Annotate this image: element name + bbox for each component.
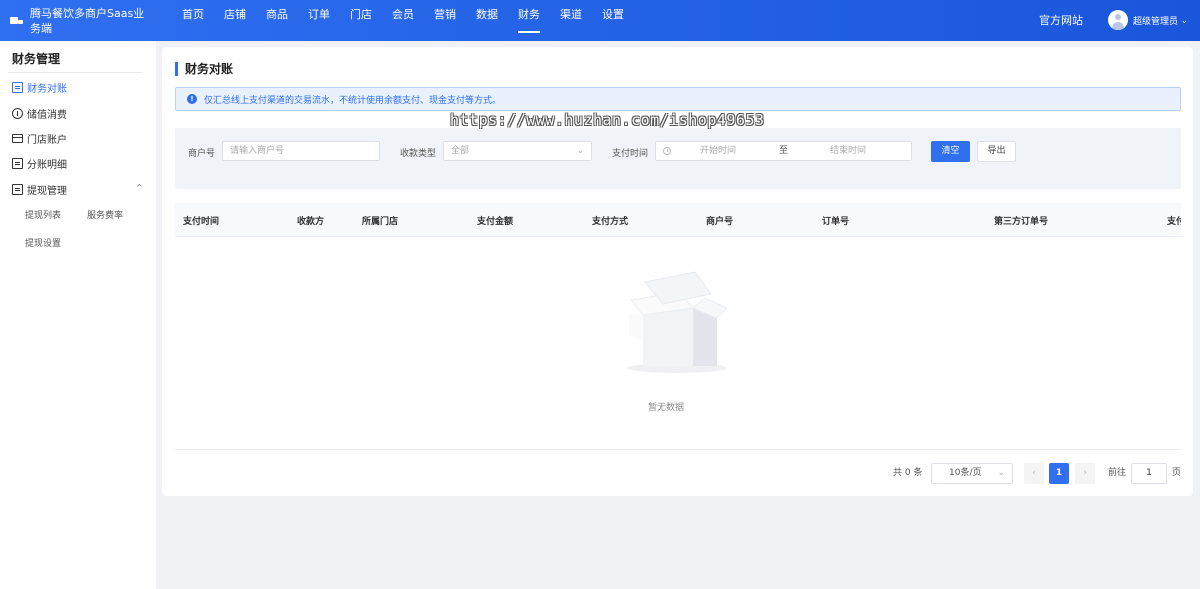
goto-page-input[interactable]: 1 bbox=[1131, 463, 1167, 484]
sidebar-item-split-details[interactable]: 分账明细 bbox=[12, 155, 67, 171]
info-alert: ! 仅汇总线上支付渠道的交易流水，不统计使用余额支付、现金支付等方式。 bbox=[175, 87, 1181, 111]
sidebar-item-store-account[interactable]: 门店账户 bbox=[12, 130, 67, 146]
sidebar-item-withdrawal-management[interactable]: 提现管理 bbox=[12, 181, 67, 197]
nav-channels[interactable]: 渠道 bbox=[550, 0, 592, 41]
date-separator: 至 bbox=[779, 146, 789, 156]
merchant-input[interactable]: 请输入商户号 bbox=[222, 141, 380, 161]
column-header: 商户号 bbox=[706, 217, 734, 227]
chevron-up-icon[interactable]: ^ bbox=[136, 183, 143, 192]
nav-settings[interactable]: 设置 bbox=[592, 0, 634, 41]
page-suffix-label: 页 bbox=[1172, 468, 1182, 478]
nav-finance[interactable]: 财务 bbox=[508, 0, 550, 41]
logo-text: 腾马餐饮多商户Saas业务端 bbox=[30, 7, 145, 35]
receipt-icon bbox=[12, 157, 23, 169]
page-size-value: 10条/页 bbox=[949, 468, 982, 478]
export-button[interactable]: 导出 bbox=[977, 141, 1016, 162]
next-page-button[interactable]: › bbox=[1075, 463, 1095, 484]
payment-type-select[interactable]: 全部 ⌄ bbox=[443, 141, 592, 161]
start-date-placeholder: 开始时间 bbox=[700, 146, 737, 156]
sidebar-subitem-withdrawal-list[interactable]: 提现列表 bbox=[25, 208, 61, 221]
page-number-current[interactable]: 1 bbox=[1049, 463, 1069, 484]
sidebar-item-label: 财务对账 bbox=[27, 83, 67, 95]
end-date-placeholder: 结束时间 bbox=[830, 146, 867, 156]
nav-orders[interactable]: 订单 bbox=[298, 0, 340, 41]
merchant-placeholder: 请输入商户号 bbox=[230, 146, 285, 156]
payment-time-label: 支付时间 bbox=[612, 149, 649, 159]
alert-text: 仅汇总线上支付渠道的交易流水，不统计使用余额支付、现金支付等方式。 bbox=[204, 95, 502, 106]
table-bottom-border bbox=[175, 449, 1181, 450]
filter-panel: 商户号 请输入商户号 收款类型 全部 ⌄ 支付时间 开始时间 至 结束时间 清空… bbox=[175, 128, 1181, 189]
table-header: 支付时间 收款方 所属门店 支付金额 支付方式 商户号 订单号 第三方订单号 支… bbox=[175, 203, 1181, 237]
top-nav: 首页 店铺 商品 订单 门店 会员 营销 数据 财务 渠道 设置 bbox=[172, 0, 634, 41]
user-menu[interactable]: 超级管理员 ⌄ bbox=[1108, 10, 1188, 30]
sidebar-subitem-withdrawal-settings[interactable]: 提现设置 bbox=[25, 236, 61, 249]
sidebar-divider bbox=[8, 72, 143, 73]
empty-text: 暂无数据 bbox=[648, 403, 685, 413]
chevron-down-icon: ⌄ bbox=[997, 468, 1005, 478]
sidebar-item-reconciliation[interactable]: 财务对账 bbox=[12, 79, 67, 95]
column-header: 支付金额 bbox=[477, 217, 514, 227]
nav-members[interactable]: 会员 bbox=[382, 0, 424, 41]
sidebar-item-stored-value[interactable]: 储值消费 bbox=[12, 105, 67, 121]
card-icon bbox=[12, 133, 23, 143]
receipt-icon bbox=[12, 183, 23, 195]
column-header: 所属门店 bbox=[362, 217, 399, 227]
nav-shop[interactable]: 店铺 bbox=[214, 0, 256, 41]
goto-label: 前往 bbox=[1108, 468, 1127, 478]
column-header: 支付方式 bbox=[592, 217, 629, 227]
nav-data[interactable]: 数据 bbox=[466, 0, 508, 41]
sidebar-subitem-service-rate[interactable]: 服务费率 bbox=[87, 208, 123, 221]
column-header: 收款方 bbox=[297, 217, 325, 227]
nav-goods[interactable]: 商品 bbox=[256, 0, 298, 41]
clock-icon bbox=[663, 147, 671, 155]
payment-type-value: 全部 bbox=[451, 146, 470, 156]
clear-button[interactable]: 清空 bbox=[931, 141, 970, 162]
sidebar-item-label: 提现管理 bbox=[27, 185, 67, 197]
avatar bbox=[1108, 10, 1128, 30]
page-size-select[interactable]: 10条/页 ⌄ bbox=[931, 463, 1013, 484]
sidebar-item-label: 储值消费 bbox=[27, 109, 67, 121]
sidebar: 财务管理 财务对账 储值消费 门店账户 分账明细 提现管理 ^ 提现列表 服务费… bbox=[0, 41, 156, 589]
column-header: 第三方订单号 bbox=[994, 217, 1049, 227]
receipt-icon bbox=[12, 81, 23, 93]
logo-icon bbox=[10, 16, 24, 26]
date-range-picker[interactable]: 开始时间 至 结束时间 bbox=[655, 141, 912, 161]
nav-marketing[interactable]: 营销 bbox=[424, 0, 466, 41]
column-header: 支付时间 bbox=[183, 217, 220, 227]
chevron-down-icon: ⌄ bbox=[576, 146, 584, 156]
nav-stores[interactable]: 门店 bbox=[340, 0, 382, 41]
info-icon: ! bbox=[187, 94, 197, 104]
user-name: 超级管理员 bbox=[1133, 16, 1179, 27]
payment-type-label: 收款类型 bbox=[400, 149, 437, 159]
column-header: 订单号 bbox=[822, 217, 850, 227]
page-title: 财务对账 bbox=[175, 62, 233, 76]
sidebar-item-label: 分账明细 bbox=[27, 159, 67, 171]
official-site-link[interactable]: 官方网站 bbox=[1039, 12, 1083, 28]
merchant-label: 商户号 bbox=[188, 149, 216, 159]
nav-home[interactable]: 首页 bbox=[172, 0, 214, 41]
empty-box-icon bbox=[627, 271, 728, 373]
sidebar-title: 财务管理 bbox=[12, 52, 61, 66]
coin-icon bbox=[12, 107, 23, 119]
prev-page-button[interactable]: ‹ bbox=[1024, 463, 1044, 484]
top-header: 腾马餐饮多商户Saas业务端 首页 店铺 商品 订单 门店 会员 营销 数据 财… bbox=[0, 0, 1200, 41]
pagination-total: 共 0 条 bbox=[893, 468, 923, 478]
sidebar-item-label: 门店账户 bbox=[27, 134, 67, 146]
logo[interactable]: 腾马餐饮多商户Saas业务端 bbox=[10, 5, 160, 37]
watermark-text: https://www.huzhan.com/ishop49653 bbox=[450, 111, 765, 129]
column-header: 支付 bbox=[1167, 217, 1181, 227]
chevron-down-icon: ⌄ bbox=[1181, 15, 1188, 25]
